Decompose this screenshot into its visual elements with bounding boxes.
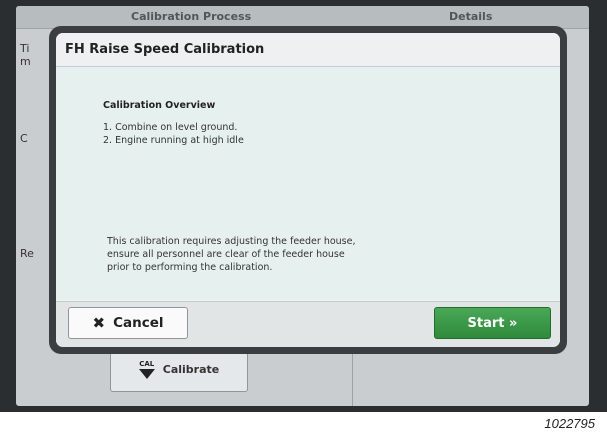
warning-line: prior to performing the calibration.: [107, 262, 273, 273]
close-icon: ✖: [92, 313, 106, 332]
overview-step: 1. Combine on level ground.: [103, 122, 238, 133]
dialog-body: Calibration Overview 1. Combine on level…: [56, 67, 560, 300]
calibration-dialog: FH Raise Speed Calibration Calibration O…: [56, 33, 560, 347]
overview-title: Calibration Overview: [103, 100, 216, 111]
overview-step: 2. Engine running at high idle: [103, 135, 244, 146]
background-fragment: Ti: [20, 42, 30, 55]
dialog-footer: ✖ Cancel Start »: [56, 301, 560, 347]
dialog-header: FH Raise Speed Calibration: [56, 33, 560, 67]
image-id: 1022795: [544, 416, 595, 431]
cancel-button[interactable]: ✖ Cancel: [68, 307, 188, 339]
calibrate-label: Calibrate: [162, 362, 220, 376]
start-label: Start »: [467, 315, 518, 331]
background-fragment: Re: [20, 247, 34, 260]
warning-line: ensure all personnel are clear of the fe…: [107, 249, 345, 260]
background-fragment: m: [20, 55, 31, 68]
start-button[interactable]: Start »: [434, 307, 551, 339]
cancel-label: Cancel: [113, 315, 164, 331]
calibrate-icon: CAL: [138, 360, 155, 379]
background-fragment: C: [20, 132, 28, 145]
background-header-title: Calibration Process: [131, 10, 252, 23]
background-header-details: Details: [449, 10, 493, 23]
warning-text: This calibration requires adjusting the …: [107, 235, 407, 274]
warning-line: This calibration requires adjusting the …: [107, 236, 356, 247]
dialog-title: FH Raise Speed Calibration: [65, 42, 265, 57]
